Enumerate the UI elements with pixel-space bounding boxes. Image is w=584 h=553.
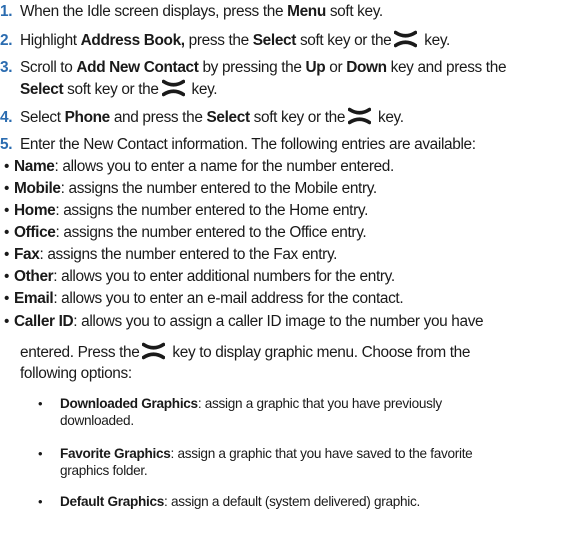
step-1: 1. When the Idle screen displays, press t…	[0, 2, 383, 22]
option-label: Downloaded Graphics	[60, 396, 198, 411]
entry-email: • Email: allows you to enter an e-mail ad…	[4, 289, 404, 309]
entry-text: : assigns the number entered to the Home…	[55, 202, 369, 219]
select-key-label: Select	[252, 32, 297, 49]
step-text: key.	[187, 81, 218, 98]
caller-id-text: key to display graphic menu. Choose from…	[168, 344, 471, 361]
entry-text: : assigns the number entered to the Fax …	[39, 246, 338, 263]
entry-text: : allows you to assign a caller ID image…	[73, 313, 484, 330]
entry-label: Name	[14, 158, 55, 175]
option-favorite-graphics: • Favorite Graphics: assign a graphic tha…	[38, 446, 473, 462]
step-3-continued: Select soft key or the key.	[20, 79, 218, 100]
bullet: •	[4, 224, 10, 241]
option-text: : assign a graphic that you have saved t…	[170, 446, 473, 461]
step-text: soft key or the	[63, 81, 159, 98]
entry-text: : assigns the number entered to the Mobi…	[60, 180, 378, 197]
entry-fax: • Fax: assigns the number entered to the …	[4, 245, 337, 265]
entry-caller-id: • Caller ID: allows you to assign a calle…	[4, 312, 484, 332]
entry-name: • Name: allows you to enter a name for th…	[4, 157, 394, 177]
step-3: 3. Scroll to Add New Contact by pressing …	[0, 58, 507, 78]
bullet: •	[38, 396, 43, 411]
caller-id-continued-2: following options:	[20, 364, 132, 384]
caller-id-text: following options:	[20, 365, 132, 382]
step-text: soft key or the	[249, 109, 346, 126]
entry-label: Other	[14, 268, 54, 285]
bullet: •	[4, 313, 10, 330]
ok-x-key-icon	[348, 107, 372, 125]
bullet: •	[4, 180, 10, 197]
step-4: 4. Select Phone and press the Select soft…	[0, 107, 404, 128]
bullet: •	[4, 290, 10, 307]
bullet: •	[4, 202, 10, 219]
address-book-label: Address Book,	[80, 32, 185, 49]
step-text: key.	[374, 109, 404, 126]
step-text: soft key or the	[296, 32, 392, 49]
entry-label: Mobile	[14, 180, 61, 197]
step-number: 1.	[0, 3, 13, 20]
step-text: key.	[420, 32, 450, 49]
step-number: 4.	[0, 109, 13, 126]
step-number: 3.	[0, 59, 13, 76]
phone-label: Phone	[64, 109, 111, 126]
option-downloaded-graphics: • Downloaded Graphics: assign a graphic t…	[38, 396, 442, 412]
entry-label: Email	[14, 290, 54, 307]
bullet: •	[38, 494, 43, 509]
step-text: Select	[20, 109, 65, 126]
option-downloaded-graphics-continued: downloaded.	[60, 413, 134, 429]
bullet: •	[38, 446, 43, 461]
step-text: key and press the	[386, 59, 507, 76]
step-text: Highlight	[20, 32, 81, 49]
step-text: or	[325, 59, 347, 76]
step-number: 5.	[0, 136, 13, 153]
entry-mobile: • Mobile: assigns the number entered to t…	[4, 179, 377, 199]
step-text: soft key.	[325, 3, 383, 20]
step-text: Scroll to	[20, 59, 77, 76]
entry-text: : allows you to enter additional numbers…	[53, 268, 395, 285]
step-text: and press the	[109, 109, 207, 126]
option-label: Default Graphics	[60, 494, 164, 509]
caller-id-continued: entered. Press the key to display graphi…	[20, 342, 470, 363]
entry-home: • Home: assigns the number entered to the…	[4, 201, 368, 221]
entry-label: Office	[14, 224, 56, 241]
ok-x-key-icon	[142, 342, 166, 360]
entry-office: • Office: assigns the number entered to t…	[4, 223, 367, 243]
option-text: downloaded.	[60, 413, 134, 428]
option-label: Favorite Graphics	[60, 446, 171, 461]
step-number: 2.	[0, 32, 13, 49]
ok-x-key-icon	[394, 30, 418, 48]
option-text: : assign a graphic that you have previou…	[197, 396, 442, 411]
step-text: Enter the New Contact information. The f…	[20, 136, 476, 153]
bullet: •	[4, 246, 10, 263]
entry-other: • Other: allows you to enter additional n…	[4, 267, 395, 287]
bullet: •	[4, 268, 10, 285]
add-new-contact-label: Add New Contact	[76, 59, 199, 76]
entry-label: Home	[14, 202, 56, 219]
ok-x-key-icon	[161, 79, 185, 97]
step-text: by pressing the	[198, 59, 306, 76]
entry-label: Fax	[14, 246, 40, 263]
step-text: When the Idle screen displays, press the	[20, 3, 288, 20]
instruction-page: 1. When the Idle screen displays, press t…	[0, 0, 584, 553]
entry-text: : allows you to enter an e-mail address …	[53, 290, 404, 307]
bullet: •	[4, 158, 10, 175]
option-text: : assign a default (system delivered) gr…	[163, 494, 420, 509]
up-key-label: Up	[305, 59, 326, 76]
caller-id-text: entered. Press the	[20, 344, 140, 361]
option-text: graphics folder.	[60, 463, 148, 478]
menu-key-label: Menu	[287, 3, 326, 20]
step-text: press the	[184, 32, 253, 49]
down-key-label: Down	[346, 59, 387, 76]
entry-label: Caller ID	[14, 313, 74, 330]
entry-text: : assigns the number entered to the Offi…	[55, 224, 367, 241]
select-key-label: Select	[206, 109, 250, 126]
select-key-label: Select	[20, 81, 64, 98]
step-2: 2. Highlight Address Book, press the Sele…	[0, 30, 450, 51]
option-default-graphics: • Default Graphics: assign a default (sys…	[38, 494, 420, 510]
option-favorite-graphics-continued: graphics folder.	[60, 463, 148, 479]
entry-text: : allows you to enter a name for the num…	[54, 158, 395, 175]
step-5: 5. Enter the New Contact information. The…	[0, 135, 476, 155]
